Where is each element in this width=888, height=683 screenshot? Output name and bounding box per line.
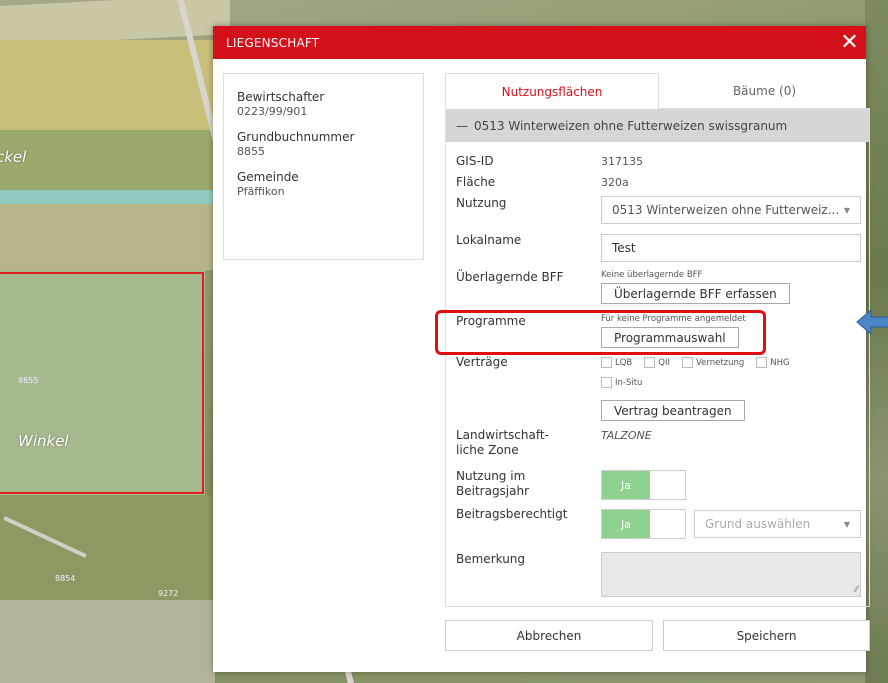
checkbox-qii[interactable] [644, 357, 656, 368]
zone-value: TALZONE [601, 429, 652, 442]
property-info-box: Bewirtschafter 0223/99/901 Grundbuchnumm… [223, 73, 424, 260]
toggle-on-label: Ja [602, 510, 650, 538]
toggle-on-label: Ja [602, 471, 650, 499]
bff-note: Keine überlagernde BFF [601, 270, 703, 280]
tab-baeume[interactable]: Bäume (0) [659, 73, 870, 109]
tab-bar: Nutzungsflächen Bäume (0) [445, 73, 870, 109]
resize-grip-icon[interactable]: ⁄⁄ [855, 585, 858, 595]
chevron-down-icon: ▼ [843, 205, 850, 215]
zone-label: Landwirtschaft- liche Zone [456, 428, 549, 458]
vertraege-checkboxes-extra: In-Situ [601, 377, 650, 388]
map-place-label: Winkel [18, 432, 69, 450]
vertrag-beantragen-button[interactable]: Vertrag beantragen [601, 400, 745, 421]
nutzungsflaeche-panel: — 0513 Winterweizen ohne Futterweizen sw… [445, 109, 870, 607]
nutzung-jahr-label-line: Nutzung im [456, 469, 526, 483]
checkbox-label: NHG [770, 357, 790, 368]
annotation-highlight-box [435, 310, 766, 355]
gemeinde-value: Pfäffikon [237, 185, 285, 198]
map-parcel-number: 9272 [158, 589, 179, 598]
bewirtschafter-label: Bewirtschafter [237, 90, 325, 104]
collapse-icon[interactable]: — [456, 119, 468, 133]
checkbox-vernetzung-item[interactable]: Vernetzung [681, 357, 745, 368]
annotation-arrow-icon [856, 308, 888, 336]
checkbox-insitu-item[interactable]: In-Situ [601, 377, 642, 388]
vertraege-checkboxes: LQB QII Vernetzung NHG [601, 357, 798, 368]
group-title: 0513 Winterweizen ohne Futterweizen swis… [474, 118, 788, 133]
checkbox-vernetzung[interactable] [681, 357, 693, 368]
grundbuch-value: 8855 [237, 145, 265, 158]
dialog-title: LIEGENSCHAFT [226, 35, 320, 50]
gis-id-value: 317135 [601, 155, 643, 168]
lokalname-input[interactable]: Test [601, 234, 861, 262]
checkbox-lqb-item[interactable]: LQB [601, 357, 632, 368]
map-field [0, 204, 215, 270]
vertraege-label: Verträge [456, 355, 508, 369]
berechtigt-toggle[interactable]: Ja [601, 509, 686, 539]
checkbox-insitu[interactable] [601, 377, 612, 388]
nutzung-jahr-toggle[interactable]: Ja [601, 470, 686, 500]
bemerkung-label: Bemerkung [456, 552, 526, 566]
gemeinde-label: Gemeinde [237, 170, 299, 184]
checkbox-lqb[interactable] [601, 357, 612, 368]
map-parcel-number: 8854 [55, 574, 76, 583]
checkbox-nhg[interactable] [756, 357, 768, 368]
checkbox-label: Vernetzung [695, 357, 745, 368]
checkbox-nhg-item[interactable]: NHG [756, 357, 790, 368]
map-place-label: ckel [0, 148, 27, 166]
zone-label-line: liche Zone [456, 443, 519, 457]
berechtigt-label: Beitragsberechtigt [456, 507, 568, 521]
grundbuch-label: Grundbuchnummer [237, 130, 355, 144]
group-header[interactable]: — 0513 Winterweizen ohne Futterweizen sw… [446, 109, 869, 142]
map-field [0, 130, 215, 190]
checkbox-label: In-Situ [615, 377, 643, 388]
tab-nutzungsflaechen[interactable]: Nutzungsflächen [445, 73, 659, 109]
toggle-handle [650, 510, 685, 538]
bff-erfassen-button[interactable]: Überlagernde BFF erfassen [601, 283, 790, 304]
flaeche-value: 320a [601, 176, 629, 189]
gis-id-label: GIS-ID [456, 154, 494, 168]
zone-label-line: Landwirtschaft- [456, 428, 549, 442]
toggle-handle [650, 471, 685, 499]
dialog-header: LIEGENSCHAFT [213, 26, 866, 59]
checkbox-label: LQB [615, 357, 633, 368]
bff-label: Überlagernde BFF [456, 270, 564, 284]
flaeche-label: Fläche [456, 175, 496, 189]
cancel-button[interactable]: Abbrechen [445, 620, 653, 651]
lokalname-label: Lokalname [456, 233, 522, 247]
bewirtschafter-value: 0223/99/901 [237, 105, 308, 118]
map-water-strip [0, 190, 215, 204]
nutzung-jahr-label-line: Beitragsjahr [456, 484, 530, 498]
grund-placeholder: Grund auswählen [705, 517, 811, 531]
grund-select[interactable]: Grund auswählen ▼ [694, 510, 861, 538]
map-field [0, 600, 215, 683]
map-field [0, 40, 215, 130]
bemerkung-textarea[interactable]: ⁄⁄ [601, 552, 861, 597]
close-icon[interactable]: ✕ [833, 26, 866, 59]
map-parcel-number: 8855 [18, 376, 39, 385]
nutzung-label: Nutzung [456, 196, 507, 210]
chevron-down-icon: ▼ [843, 519, 850, 529]
nutzung-jahr-label: Nutzung im Beitragsjahr [456, 469, 529, 499]
nutzung-select[interactable]: 0513 Winterweizen ohne Futterweiz... ▼ [601, 196, 861, 224]
nutzung-selected-value: 0513 Winterweizen ohne Futterweiz... [612, 203, 840, 217]
checkbox-label: QII [658, 357, 670, 368]
checkbox-qii-item[interactable]: QII [644, 357, 670, 368]
save-button[interactable]: Speichern [663, 620, 870, 651]
